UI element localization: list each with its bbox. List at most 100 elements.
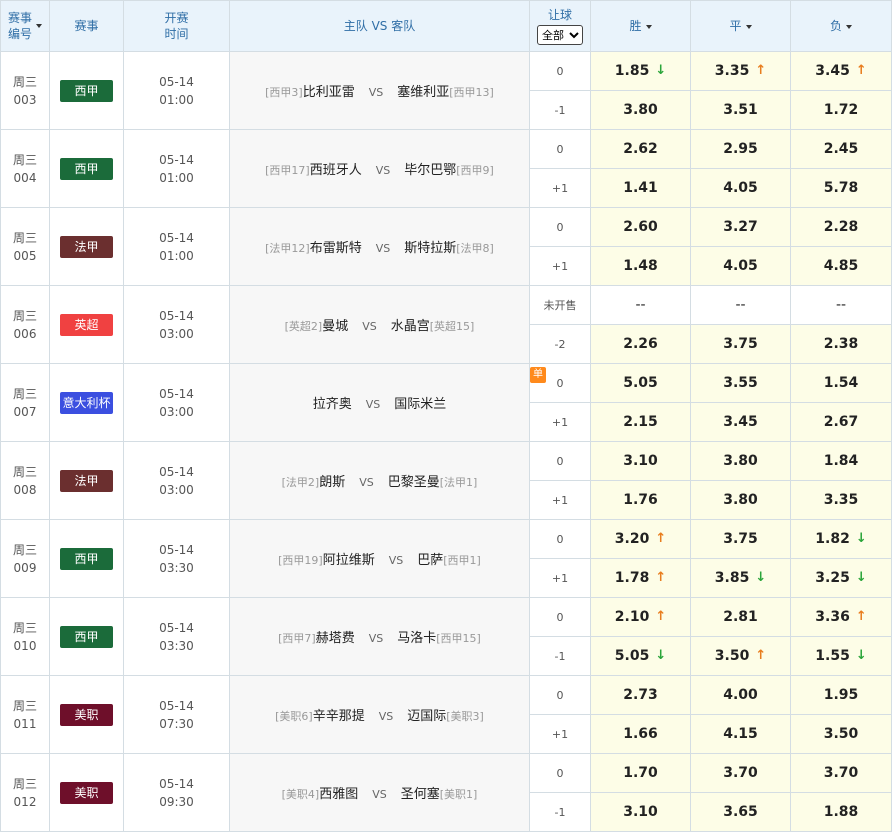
header-draw[interactable]: 平 <box>690 0 791 52</box>
odds-win[interactable]: 1.76 <box>590 480 691 520</box>
odds-win[interactable]: 1.70 <box>590 753 691 793</box>
header-lose[interactable]: 负 <box>790 0 892 52</box>
odds-win[interactable]: 3.80 <box>590 90 691 130</box>
odds-win[interactable]: 1.48 <box>590 246 691 286</box>
home-team[interactable]: 拉齐奥 <box>313 397 352 412</box>
away-team[interactable]: 国际米兰 <box>394 397 446 412</box>
away-team[interactable]: 马洛卡 <box>397 631 436 646</box>
away-team[interactable]: 斯特拉斯 <box>404 241 456 256</box>
odds-win[interactable]: 3.10 <box>590 441 691 481</box>
odds-draw[interactable]: 2.81 <box>690 597 791 637</box>
odds-lose[interactable]: 1.84 <box>790 441 892 481</box>
odds-win[interactable]: 5.05 ↓ <box>590 636 691 676</box>
home-team[interactable]: 赫塔费 <box>316 631 355 646</box>
odds-lose[interactable]: 3.70 <box>790 753 892 793</box>
lose-caret-icon[interactable] <box>846 24 852 29</box>
league-badge[interactable]: 法甲 <box>60 469 113 492</box>
odds-draw[interactable]: 3.35 ↑ <box>690 51 791 91</box>
odds-draw[interactable]: 3.51 <box>690 90 791 130</box>
home-team[interactable]: 曼城 <box>322 319 348 334</box>
odds-draw[interactable]: 4.05 <box>690 246 791 286</box>
odds-lose[interactable]: 2.38 <box>790 324 892 364</box>
odds-win[interactable]: 3.20 ↑ <box>590 519 691 559</box>
odds-draw[interactable]: 3.27 <box>690 207 791 247</box>
odds-win[interactable]: 2.10 ↑ <box>590 597 691 637</box>
teams-cell: 拉齐奥 VS 国际米兰 <box>229 363 530 442</box>
odds-draw[interactable]: 4.05 <box>690 168 791 208</box>
header-match-no[interactable]: 赛事 编号 <box>0 0 50 52</box>
away-team[interactable]: 巴黎圣曼 <box>388 475 440 490</box>
league-badge[interactable]: 法甲 <box>60 235 113 258</box>
odds-lose[interactable]: 2.28 <box>790 207 892 247</box>
odds-lose[interactable]: 2.45 <box>790 129 892 169</box>
home-team[interactable]: 西班牙人 <box>310 163 362 178</box>
odds-draw[interactable]: 3.75 <box>690 519 791 559</box>
kickoff-time-cell: 05-14 03:30 <box>123 519 230 598</box>
odds-win[interactable]: 2.26 <box>590 324 691 364</box>
odds-lose[interactable]: 3.25 ↓ <box>790 558 892 598</box>
draw-caret-icon[interactable] <box>745 24 752 29</box>
sort-caret-icon[interactable] <box>36 24 42 28</box>
league-badge[interactable]: 美职 <box>60 703 113 726</box>
home-team[interactable]: 布雷斯特 <box>310 241 362 256</box>
away-team[interactable]: 迈国际 <box>407 709 446 724</box>
home-team[interactable]: 阿拉维斯 <box>323 553 375 568</box>
odds-win[interactable]: 1.41 <box>590 168 691 208</box>
odds-lose[interactable]: 3.36 ↑ <box>790 597 892 637</box>
odds-win[interactable]: 1.78 ↑ <box>590 558 691 598</box>
odds-lose[interactable]: 1.95 <box>790 675 892 715</box>
odds-win[interactable]: 2.73 <box>590 675 691 715</box>
odds-lose[interactable]: 2.67 <box>790 402 892 442</box>
win-caret-icon[interactable] <box>645 24 652 29</box>
odds-win[interactable]: 5.05 <box>590 363 691 403</box>
home-team[interactable]: 西雅图 <box>319 787 358 802</box>
odds-lose[interactable]: 5.78 <box>790 168 892 208</box>
handicap-filter-select[interactable]: 全部 <box>537 25 583 45</box>
odds-lose[interactable]: 3.50 <box>790 714 892 754</box>
odds-draw[interactable]: 3.50 ↑ <box>690 636 791 676</box>
odds-draw[interactable]: 3.80 <box>690 480 791 520</box>
kickoff-time: 03:30 <box>159 638 194 653</box>
vs-label: VS <box>368 86 384 99</box>
away-team[interactable]: 水晶宫 <box>391 319 430 334</box>
away-team[interactable]: 巴萨 <box>417 553 443 568</box>
league-badge[interactable]: 西甲 <box>60 79 113 102</box>
odds-draw[interactable]: 3.55 <box>690 363 791 403</box>
odds-draw[interactable]: 3.75 <box>690 324 791 364</box>
odds-draw[interactable]: 4.00 <box>690 675 791 715</box>
away-team[interactable]: 圣何塞 <box>401 787 440 802</box>
league-badge[interactable]: 西甲 <box>60 625 113 648</box>
odds-win[interactable]: 1.85 ↓ <box>590 51 691 91</box>
odds-draw[interactable]: 3.70 <box>690 753 791 793</box>
odds-lose[interactable]: 1.55 ↓ <box>790 636 892 676</box>
single-bet-tag: 单 <box>530 367 546 383</box>
odds-win[interactable]: 2.62 <box>590 129 691 169</box>
league-badge[interactable]: 英超 <box>60 313 113 336</box>
away-team[interactable]: 毕尔巴鄂 <box>404 163 456 178</box>
home-team[interactable]: 辛辛那提 <box>313 709 365 724</box>
odds-win-value: 5.05 <box>614 648 650 664</box>
league-badge[interactable]: 美职 <box>60 781 113 804</box>
odds-lose[interactable]: 1.54 <box>790 363 892 403</box>
odds-draw[interactable]: 4.15 <box>690 714 791 754</box>
league-badge[interactable]: 西甲 <box>60 547 113 570</box>
odds-win[interactable]: 2.60 <box>590 207 691 247</box>
odds-draw[interactable]: 2.95 <box>690 129 791 169</box>
header-win[interactable]: 胜 <box>590 0 691 52</box>
odds-draw[interactable]: 3.80 <box>690 441 791 481</box>
league-badge[interactable]: 西甲 <box>60 157 113 180</box>
odds-win-value: 3.10 <box>623 453 658 469</box>
league-badge[interactable]: 意大利杯 <box>60 391 113 414</box>
odds-win[interactable]: 1.66 <box>590 714 691 754</box>
odds-lose[interactable]: 1.82 ↓ <box>790 519 892 559</box>
odds-draw[interactable]: 3.85 ↓ <box>690 558 791 598</box>
odds-lose[interactable]: 3.35 <box>790 480 892 520</box>
home-team[interactable]: 朗斯 <box>319 475 345 490</box>
odds-lose[interactable]: 4.85 <box>790 246 892 286</box>
odds-draw[interactable]: 3.45 <box>690 402 791 442</box>
odds-win[interactable]: 2.15 <box>590 402 691 442</box>
away-team[interactable]: 塞维利亚 <box>397 85 449 100</box>
odds-lose[interactable]: 3.45 ↑ <box>790 51 892 91</box>
odds-lose[interactable]: 1.72 <box>790 90 892 130</box>
home-team[interactable]: 比利亚雷 <box>303 85 355 100</box>
